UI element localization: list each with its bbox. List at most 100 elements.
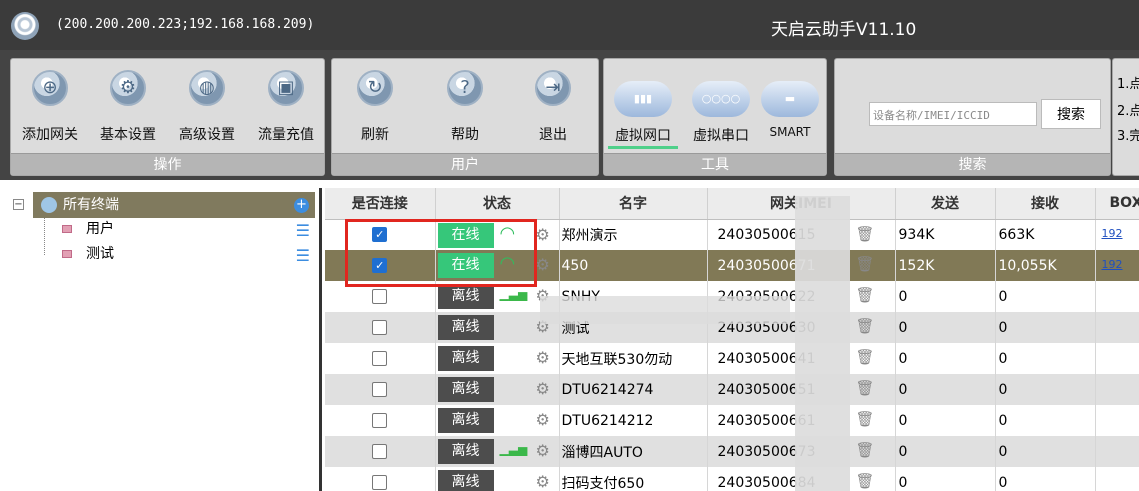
list-menu-icon[interactable]: ☰ [296, 245, 310, 267]
list-menu-icon[interactable]: ☰ [296, 220, 310, 242]
table-row[interactable]: 离线 ⚙ 天地互联530勿动 24030500641 🗑 0 0 [325, 343, 1139, 374]
table-row[interactable]: 离线 ▁▃▅ ⚙ 淄博四AUTO 24030500673 🗑 0 0 [325, 436, 1139, 467]
table-row[interactable]: ✓ 在线 ◠ ⚙ 450 24030500671 🗑 152K 10,055K 192 [325, 250, 1139, 281]
refresh-icon: ↻ [357, 70, 393, 106]
box-link[interactable] [1096, 351, 1102, 364]
status-badge: 离线 [437, 470, 494, 491]
connect-checkbox[interactable] [372, 320, 388, 335]
connect-checkbox[interactable] [372, 413, 388, 428]
box-link[interactable] [1096, 289, 1102, 302]
column-header-received[interactable]: 接收 [995, 188, 1096, 220]
box-link[interactable] [1096, 320, 1102, 333]
box-link[interactable] [1096, 413, 1102, 426]
stack-icon [62, 225, 72, 233]
gear-icon[interactable]: ⚙ [536, 410, 550, 429]
box-cell [1095, 374, 1139, 405]
tree-collapse-icon[interactable]: − [13, 199, 24, 210]
trash-icon[interactable]: 🗑 [856, 441, 875, 459]
connect-cell [325, 436, 436, 467]
box-cell [1095, 436, 1139, 467]
basic-settings-button[interactable]: ⚙ 基本设置 [89, 67, 167, 147]
terminal-tree: − 所有终端 + 用户 ☰ 测试 ☰ [0, 188, 322, 491]
box-link[interactable] [1096, 475, 1102, 488]
box-cell [1095, 467, 1139, 491]
table-row[interactable]: 离线 ⚙ DTU6214274 24030500651 🗑 0 0 [325, 374, 1139, 405]
virtual-serial-button[interactable]: ○○○○ 虚拟串口 [682, 67, 760, 147]
connect-checkbox[interactable]: ✓ [372, 227, 388, 243]
tools-group-caption: 工具 [604, 153, 826, 175]
gear-icon: ⚙ [110, 70, 146, 106]
virtual-network-label: 虚拟网口 [615, 128, 671, 144]
connect-cell [325, 281, 436, 312]
hint-panel: 1.点 2.点 3.完 [1112, 58, 1139, 176]
box-link[interactable]: 192 [1096, 227, 1123, 240]
traffic-recharge-label: 流量充值 [258, 127, 314, 143]
tree-item-user[interactable]: 用户 ☰ [42, 218, 318, 240]
box-link[interactable] [1096, 444, 1102, 457]
search-button[interactable]: 搜索 [1041, 99, 1101, 129]
help-button[interactable]: ? 帮助 [426, 67, 504, 147]
connect-checkbox[interactable] [372, 475, 388, 490]
table-row[interactable]: ✓ 在线 ◠ ⚙ 郑州演示 24030500615 🗑 934K 663K 192 [325, 219, 1139, 250]
trash-icon[interactable]: 🗑 [856, 379, 875, 397]
cloud-network-icon: ▮▮▮ [614, 81, 672, 117]
device-name: 郑州演示 [559, 219, 708, 250]
traffic-recharge-button[interactable]: ▣ 流量充值 [247, 67, 325, 147]
gear-icon[interactable]: ⚙ [536, 225, 550, 244]
box-cell [1095, 281, 1139, 312]
connect-checkbox[interactable] [372, 382, 388, 397]
gear-icon[interactable]: ⚙ [536, 441, 550, 460]
gear-icon[interactable]: ⚙ [536, 379, 550, 398]
trash-icon[interactable]: 🗑 [856, 472, 875, 490]
gear-icon[interactable]: ⚙ [536, 472, 550, 491]
column-header-status[interactable]: 状态 [435, 188, 560, 220]
trash-icon[interactable]: 🗑 [856, 255, 875, 273]
virtual-serial-label: 虚拟串口 [693, 128, 749, 144]
search-group-caption: 搜索 [835, 153, 1110, 175]
column-header-sent[interactable]: 发送 [895, 188, 996, 220]
status-cell: 离线 ▁▃▅ ⚙ [435, 436, 560, 467]
cloud-serial-icon: ○○○○ [692, 81, 750, 117]
smart-button[interactable]: ▬ SMART [754, 67, 826, 147]
column-header-connect[interactable]: 是否连接 [325, 188, 436, 220]
column-header-box[interactable]: BOX [1095, 188, 1139, 220]
virtual-network-button[interactable]: ▮▮▮ 虚拟网口 [604, 67, 682, 149]
refresh-button[interactable]: ↻ 刷新 [336, 67, 414, 147]
sent-value: 934K [895, 219, 996, 250]
trash-icon[interactable]: 🗑 [856, 348, 875, 366]
status-badge: 在线 [437, 253, 494, 278]
device-name: 淄博四AUTO [559, 436, 708, 467]
exit-button[interactable]: ⇥ 退出 [514, 67, 592, 147]
sent-value: 0 [895, 467, 996, 491]
trash-icon[interactable]: 🗑 [856, 317, 875, 335]
hint-line: 3.完 [1117, 129, 1139, 144]
add-gateway-button[interactable]: ⊕ 添加网关 [11, 67, 89, 147]
column-header-name[interactable]: 名字 [559, 188, 708, 220]
advanced-settings-label: 高级设置 [179, 127, 235, 143]
connect-checkbox[interactable]: ✓ [372, 258, 388, 273]
box-link[interactable]: 192 [1096, 258, 1123, 271]
gear-icon[interactable]: ⚙ [536, 348, 550, 367]
status-cell: 在线 ◠ ⚙ [435, 219, 560, 250]
add-group-icon[interactable]: + [294, 198, 309, 213]
table-row[interactable]: 离线 ⚙ 扫码支付650 24030500684 🗑 0 0 [325, 467, 1139, 491]
trash-icon[interactable]: 🗑 [856, 410, 875, 428]
status-badge: 离线 [437, 439, 494, 464]
connect-cell [325, 312, 436, 343]
connect-checkbox[interactable] [372, 351, 388, 366]
device-name: 450 [559, 250, 708, 281]
search-input[interactable]: 设备名称/IMEI/ICCID [869, 102, 1037, 126]
received-value: 0 [995, 374, 1096, 405]
exit-label: 退出 [539, 127, 567, 143]
trash-icon[interactable]: 🗑 [856, 225, 875, 243]
received-value: 0 [995, 312, 1096, 343]
gear-icon[interactable]: ⚙ [536, 255, 550, 274]
tree-root-all-terminals[interactable]: 所有终端 + [33, 192, 315, 218]
box-link[interactable] [1096, 382, 1102, 395]
tree-item-test[interactable]: 测试 ☰ [42, 243, 318, 265]
table-row[interactable]: 离线 ⚙ DTU6214212 24030500661 🗑 0 0 [325, 405, 1139, 436]
advanced-settings-button[interactable]: ◍ 高级设置 [168, 67, 246, 147]
connect-checkbox[interactable] [372, 289, 388, 304]
connect-checkbox[interactable] [372, 444, 388, 459]
trash-icon[interactable]: 🗑 [856, 286, 875, 304]
